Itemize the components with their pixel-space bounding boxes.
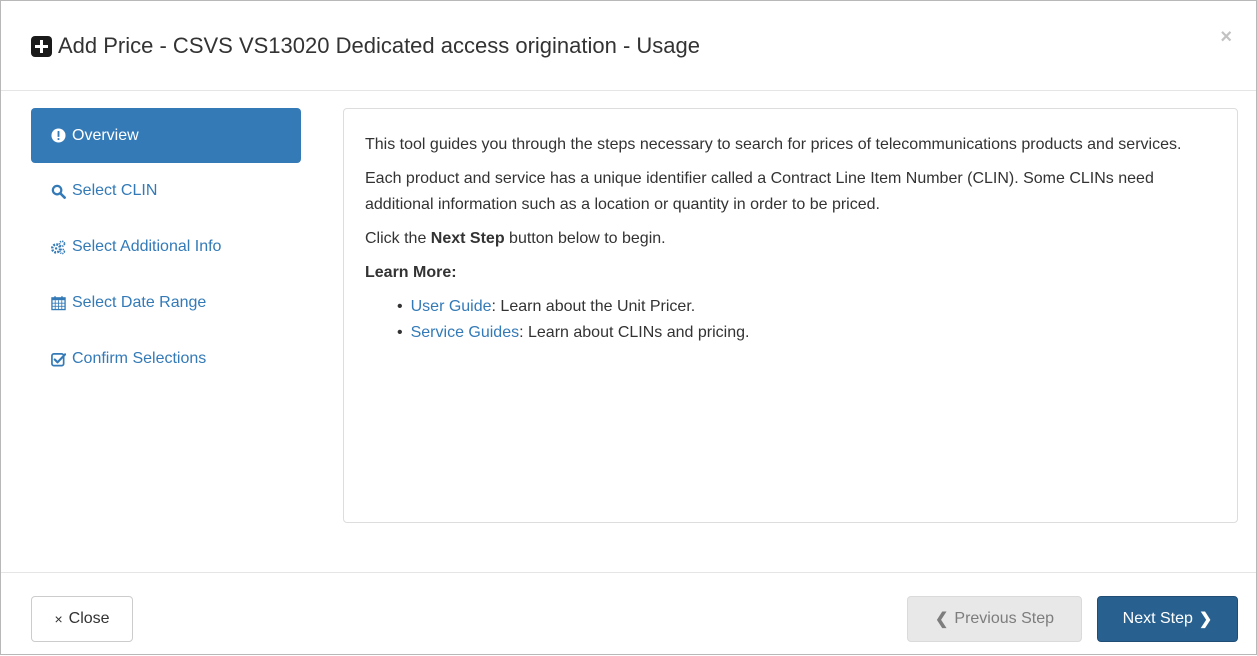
modal-footer: × Close ❮ Previous Step Next Step ❯: [1, 572, 1256, 656]
step-overview[interactable]: Overview: [31, 108, 301, 163]
step-confirm-selections[interactable]: Confirm Selections: [31, 331, 301, 387]
step-select-date-range[interactable]: Select Date Range: [31, 275, 301, 331]
next-step-label: Next Step: [1122, 610, 1193, 627]
intro-paragraph: This tool guides you through the steps n…: [365, 136, 1182, 153]
overview-panel: This tool guides you through the steps n…: [343, 108, 1238, 523]
learn-more-list: User Guide: Learn about the Unit Pricer.…: [397, 294, 1217, 346]
instruction-next-step: Next Step: [430, 230, 505, 247]
modal-title: Add Price - CSVS VS13020 Dedicated acces…: [58, 33, 701, 58]
step-confirm-selections-label: Confirm Selections: [72, 350, 207, 367]
search-icon: [50, 183, 66, 199]
step-select-date-range-label: Select Date Range: [72, 294, 207, 311]
wizard-steps-nav: Overview Select CLIN Select Additional I…: [31, 108, 301, 387]
gears-icon: [50, 239, 66, 255]
step-select-additional-info-label: Select Additional Info: [72, 238, 222, 255]
chevron-right-icon: ❯: [1198, 611, 1213, 628]
modal-header: Add Price - CSVS VS13020 Dedicated acces…: [1, 1, 1256, 91]
step-overview-label: Overview: [72, 126, 139, 144]
plus-square-icon: [31, 35, 52, 57]
close-icon: ×: [54, 611, 63, 627]
add-price-modal: Add Price - CSVS VS13020 Dedicated acces…: [0, 0, 1257, 655]
step-select-additional-info[interactable]: Select Additional Info: [31, 219, 301, 275]
check-square-icon: [50, 351, 66, 367]
instruction-paragraph: Click the Next Step button below to begi…: [365, 226, 1217, 252]
chevron-left-icon: ❮: [934, 611, 949, 628]
instruction-suffix: button below to begin.: [504, 230, 666, 247]
instruction-prefix: Click the: [365, 230, 431, 247]
service-guides-link[interactable]: Service Guides: [411, 324, 520, 341]
list-item: Service Guides: Learn about CLINs and pr…: [397, 320, 1217, 346]
learn-more-heading: Learn More:: [365, 264, 457, 281]
close-button-label: Close: [68, 610, 110, 627]
step-select-clin[interactable]: Select CLIN: [31, 163, 301, 219]
exclamation-circle-icon: [50, 128, 66, 144]
user-guide-description: : Learn about the Unit Pricer.: [491, 298, 696, 315]
list-item: User Guide: Learn about the Unit Pricer.: [397, 294, 1217, 320]
modal-title-row: Add Price - CSVS VS13020 Dedicated acces…: [31, 31, 700, 61]
previous-step-label: Previous Step: [954, 610, 1054, 627]
calendar-icon: [50, 295, 66, 311]
next-step-button[interactable]: Next Step ❯: [1097, 596, 1238, 642]
user-guide-link[interactable]: User Guide: [411, 298, 492, 315]
previous-step-button[interactable]: ❮ Previous Step: [907, 596, 1082, 642]
close-button[interactable]: × Close: [31, 596, 133, 642]
clin-paragraph: Each product and service has a unique id…: [365, 170, 1154, 213]
service-guides-description: : Learn about CLINs and pricing.: [519, 324, 750, 341]
modal-close-icon[interactable]: ×: [1220, 27, 1232, 47]
step-select-clin-label: Select CLIN: [72, 182, 158, 199]
